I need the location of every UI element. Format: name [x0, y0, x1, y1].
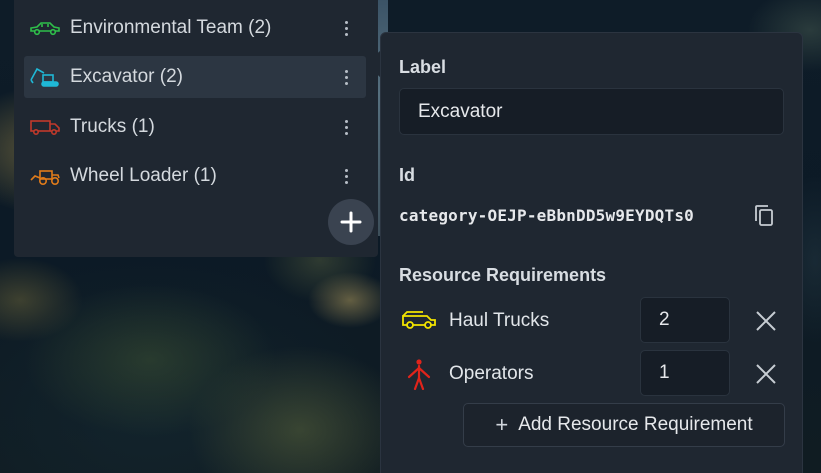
category-item-excavator[interactable]: Excavator (2) [24, 56, 366, 98]
requirement-name: Haul Trucks [449, 310, 550, 331]
excavator-icon [28, 65, 62, 89]
car-icon [28, 16, 62, 40]
truck-icon [28, 115, 62, 139]
label-heading: Label [399, 57, 447, 77]
category-list-panel: Environmental Team (2) Excavator (2) Tru… [14, 0, 378, 257]
plus-icon: + [495, 412, 509, 437]
operator-icon [399, 358, 439, 390]
category-item-trucks[interactable]: Trucks (1) [24, 106, 366, 148]
requirement-quantity-input[interactable] [640, 350, 730, 396]
category-item-label: Wheel Loader (1) [70, 165, 217, 186]
haul-truck-icon [399, 305, 439, 337]
more-options-icon[interactable] [334, 161, 358, 191]
more-options-icon[interactable] [334, 62, 358, 92]
requirement-row-operators: Operators [399, 350, 789, 398]
category-item-label: Excavator (2) [70, 66, 183, 87]
add-resource-requirement-button[interactable]: + Add Resource Requirement [463, 403, 785, 447]
category-item-label: Environmental Team (2) [70, 17, 272, 38]
id-value: category-OEJP-eBbnDD5w9EYDQTs0 [399, 206, 694, 225]
popover-arrow [366, 50, 381, 78]
close-icon[interactable] [754, 362, 778, 386]
more-options-icon[interactable] [334, 13, 358, 43]
category-item-label: Trucks (1) [70, 116, 155, 137]
category-details-popover: Label Id category-OEJP-eBbnDD5w9EYDQTs0 … [380, 32, 803, 473]
requirement-quantity-input[interactable] [640, 297, 730, 343]
id-heading: Id [399, 165, 415, 185]
category-item-wheel-loader[interactable]: Wheel Loader (1) [24, 155, 366, 197]
plus-icon [340, 211, 362, 233]
requirement-row-haul-trucks: Haul Trucks [399, 297, 789, 345]
more-options-icon[interactable] [334, 112, 358, 142]
add-resource-requirement-label: Add Resource Requirement [518, 414, 753, 435]
label-input[interactable] [399, 88, 784, 135]
add-category-button[interactable] [328, 199, 374, 245]
resource-requirements-heading: Resource Requirements [399, 265, 607, 285]
category-item-environmental-team[interactable]: Environmental Team (2) [24, 7, 366, 49]
copy-icon[interactable] [753, 204, 775, 228]
wheel-loader-icon [28, 164, 62, 188]
requirement-name: Operators [449, 363, 534, 384]
close-icon[interactable] [754, 309, 778, 333]
